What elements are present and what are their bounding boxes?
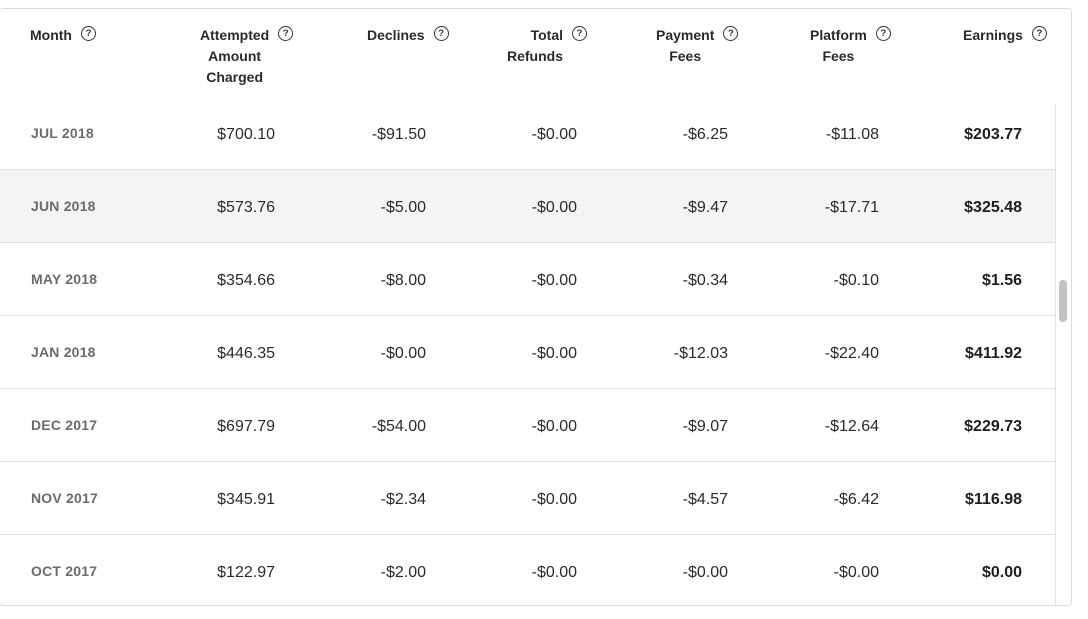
cell-declines: -$2.34: [380, 491, 426, 508]
cell-payment-fees: -$6.25: [682, 126, 728, 143]
table-row: JAN 2018 $446.35 -$0.00 -$0.00 -$12.03 -…: [0, 316, 1055, 389]
cell-attempted: $697.79: [217, 418, 275, 435]
cell-attempted: $446.35: [217, 345, 275, 362]
help-icon[interactable]: ?: [80, 26, 96, 41]
cell-refunds: -$0.00: [531, 345, 577, 362]
column-header-payment-fees: Payment Fees ?: [656, 25, 739, 67]
column-label-payment-fees: Payment Fees: [656, 27, 715, 64]
column-label-declines: Declines: [367, 27, 425, 43]
cell-declines: -$5.00: [380, 199, 426, 216]
cell-platform-fees: -$0.00: [833, 564, 879, 581]
table-row: NOV 2017 $345.91 -$2.34 -$0.00 -$4.57 -$…: [0, 462, 1055, 535]
cell-attempted: $345.91: [217, 491, 275, 508]
table-row: OCT 2017 $122.97 -$2.00 -$0.00 -$0.00 -$…: [0, 535, 1055, 605]
table-header: Month ? Attempted Amount Charged ? Decli…: [0, 9, 1071, 104]
cell-month: JAN 2018: [31, 344, 96, 360]
table-body: JUL 2018 $700.10 -$91.50 -$0.00 -$6.25 -…: [0, 104, 1055, 605]
cell-payment-fees: -$0.34: [682, 272, 728, 289]
cell-declines: -$0.00: [380, 345, 426, 362]
cell-refunds: -$0.00: [531, 272, 577, 289]
table-row: JUL 2018 $700.10 -$91.50 -$0.00 -$6.25 -…: [0, 104, 1055, 170]
cell-attempted: $122.97: [217, 564, 275, 581]
cell-month: OCT 2017: [31, 563, 98, 579]
cell-refunds: -$0.00: [531, 491, 577, 508]
cell-earnings: $116.98: [965, 491, 1022, 508]
cell-declines: -$91.50: [371, 126, 426, 143]
column-label-attempted: Attempted Amount Charged: [200, 27, 270, 85]
scrollbar-thumb[interactable]: [1059, 280, 1067, 322]
help-icon[interactable]: ?: [433, 26, 449, 41]
cell-month: MAY 2018: [31, 271, 98, 287]
cell-declines: -$54.00: [371, 418, 426, 435]
earnings-table-panel: Month ? Attempted Amount Charged ? Decli…: [0, 8, 1072, 606]
table-row: JUN 2018 $573.76 -$5.00 -$0.00 -$9.47 -$…: [0, 170, 1055, 243]
column-header-declines: Declines ?: [367, 25, 449, 46]
cell-payment-fees: -$0.00: [682, 564, 728, 581]
cell-month: JUN 2018: [31, 198, 96, 214]
cell-earnings: $229.73: [964, 418, 1022, 435]
cell-declines: -$2.00: [380, 564, 426, 581]
cell-payment-fees: -$12.03: [673, 345, 728, 362]
cell-earnings: $1.56: [981, 272, 1022, 289]
cell-month: DEC 2017: [31, 417, 98, 433]
cell-refunds: -$0.00: [531, 199, 577, 216]
cell-earnings: $0.00: [981, 564, 1022, 581]
cell-refunds: -$0.00: [531, 126, 577, 143]
cell-payment-fees: -$9.47: [682, 199, 728, 216]
cell-platform-fees: -$6.42: [833, 491, 879, 508]
cell-platform-fees: -$17.71: [824, 199, 879, 216]
table-row: DEC 2017 $697.79 -$54.00 -$0.00 -$9.07 -…: [0, 389, 1055, 462]
cell-attempted: $573.76: [217, 199, 275, 216]
cell-earnings: $325.48: [964, 199, 1022, 216]
cell-platform-fees: -$12.64: [824, 418, 879, 435]
column-label-earnings: Earnings: [963, 27, 1023, 43]
column-header-month: Month ?: [30, 25, 96, 46]
cell-payment-fees: -$9.07: [682, 418, 728, 435]
vertical-scrollbar[interactable]: [1055, 104, 1071, 605]
help-icon[interactable]: ?: [723, 26, 739, 41]
cell-refunds: -$0.00: [531, 418, 577, 435]
cell-declines: -$8.00: [380, 272, 426, 289]
cell-earnings: $203.77: [964, 126, 1022, 143]
cell-platform-fees: -$11.08: [825, 126, 879, 143]
cell-platform-fees: -$0.10: [833, 272, 879, 289]
cell-attempted: $700.10: [217, 126, 275, 143]
column-header-platform-fees: Platform Fees ?: [810, 25, 891, 67]
cell-month: NOV 2017: [31, 490, 98, 506]
column-label-month: Month: [30, 27, 72, 43]
cell-refunds: -$0.00: [531, 564, 577, 581]
help-icon[interactable]: ?: [572, 26, 587, 41]
cell-payment-fees: -$4.57: [682, 491, 728, 508]
cell-earnings: $411.92: [965, 345, 1022, 362]
column-header-attempted: Attempted Amount Charged ?: [200, 25, 294, 88]
column-label-platform-fees: Platform Fees: [810, 27, 867, 64]
help-icon[interactable]: ?: [278, 26, 294, 41]
column-header-refunds: Total Refunds ?: [507, 25, 587, 67]
column-header-earnings: Earnings ?: [963, 25, 1047, 46]
column-label-refunds: Total Refunds: [507, 27, 563, 64]
cell-platform-fees: -$22.40: [824, 345, 879, 362]
help-icon[interactable]: ?: [1031, 26, 1047, 41]
cell-attempted: $354.66: [217, 272, 275, 289]
help-icon[interactable]: ?: [875, 26, 891, 41]
table-row: MAY 2018 $354.66 -$8.00 -$0.00 -$0.34 -$…: [0, 243, 1055, 316]
cell-month: JUL 2018: [31, 125, 94, 141]
